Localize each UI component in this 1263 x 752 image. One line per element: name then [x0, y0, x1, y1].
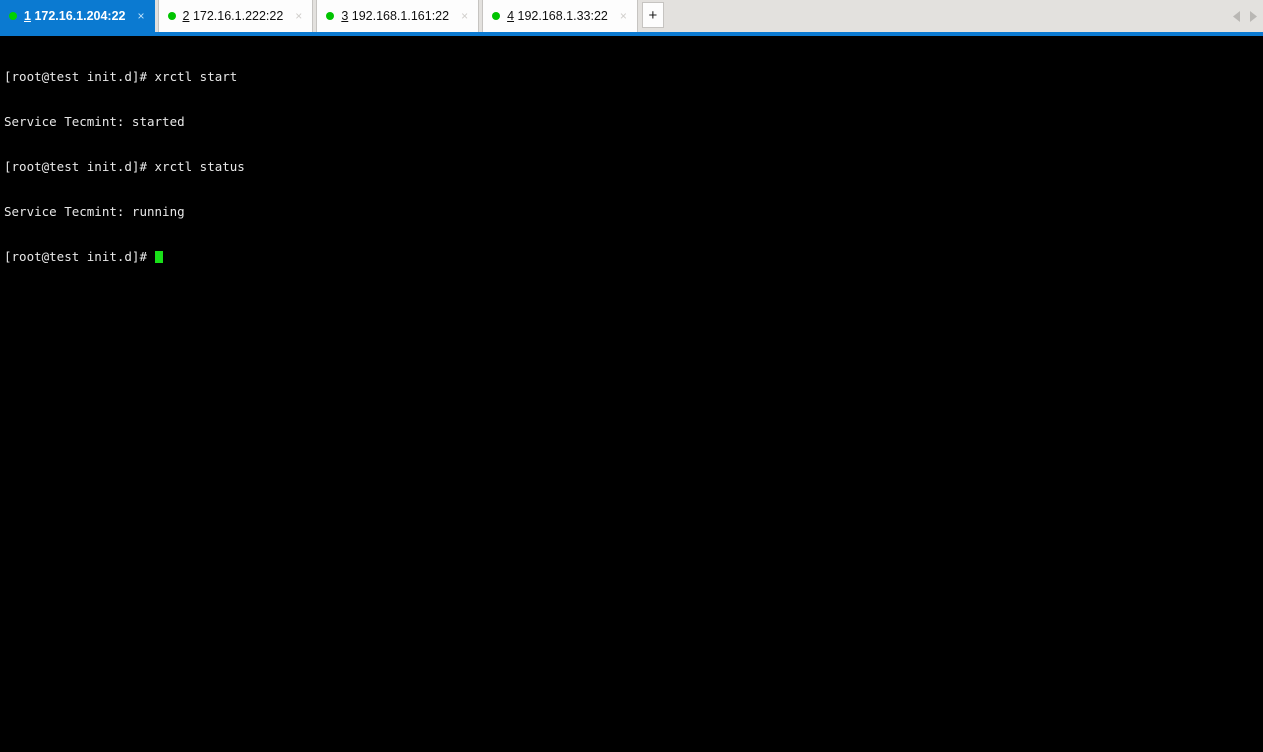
- tab-session-2[interactable]: 2 172.16.1.222:22 ×: [157, 0, 314, 32]
- tab-session-4-label: 4 192.168.1.33:22: [507, 9, 608, 23]
- tab-session-2-label: 2 172.16.1.222:22: [183, 9, 284, 23]
- terminal-line: [root@test init.d]# xrctl status: [4, 159, 245, 174]
- tab-session-3-host: 192.168.1.161:22: [351, 9, 450, 23]
- connection-status-dot-icon: [326, 12, 335, 20]
- close-icon-tab-2[interactable]: ×: [292, 9, 305, 23]
- tab-session-1[interactable]: 1 172.16.1.204:22 ×: [0, 0, 155, 32]
- close-icon-tab-4[interactable]: ×: [617, 9, 630, 23]
- terminal-app-window: 1 172.16.1.204:22 × 2 172.16.1.222:22 × …: [0, 0, 1263, 752]
- tab-session-3-label: 3 192.168.1.161:22: [341, 9, 449, 23]
- terminal-prompt-line: [root@test init.d]#: [4, 249, 1263, 264]
- tab-session-2-host: 172.16.1.222:22: [192, 9, 284, 23]
- terminal-line: [root@test init.d]# xrctl start: [4, 69, 238, 84]
- chevron-left-icon[interactable]: [1231, 8, 1243, 24]
- new-tab-button[interactable]: +: [641, 2, 664, 28]
- connection-status-dot-icon: [9, 12, 17, 20]
- connection-status-dot-icon: [167, 12, 176, 20]
- tab-session-1-host: 172.16.1.204:22: [34, 9, 126, 23]
- tab-session-4-host: 192.168.1.33:22: [517, 9, 608, 23]
- tabs-strip: 1 172.16.1.204:22 × 2 172.16.1.222:22 × …: [0, 0, 664, 32]
- tab-session-4-index: 4: [507, 9, 515, 23]
- terminal-line: Service Tecmint: started: [4, 114, 185, 129]
- tab-scroll-controls: [1231, 0, 1263, 32]
- chevron-right-icon[interactable]: [1246, 8, 1258, 24]
- connection-status-dot-icon: [492, 12, 501, 20]
- tab-session-4[interactable]: 4 192.168.1.33:22 ×: [482, 0, 638, 32]
- terminal-prompt: [root@test init.d]#: [4, 249, 155, 264]
- tab-bar: 1 172.16.1.204:22 × 2 172.16.1.222:22 × …: [0, 0, 1263, 36]
- tab-bar-empty-area: [664, 0, 1231, 32]
- tab-session-3[interactable]: 3 192.168.1.161:22 ×: [316, 0, 480, 32]
- close-icon-tab-3[interactable]: ×: [458, 9, 471, 23]
- terminal-output-pane[interactable]: [root@test init.d]# xrctl start Service …: [0, 36, 1263, 752]
- tab-session-1-index: 1: [24, 9, 31, 23]
- terminal-cursor: [154, 251, 163, 263]
- close-icon-tab-1[interactable]: ×: [135, 9, 148, 23]
- tab-session-1-label: 1 172.16.1.204:22: [24, 9, 126, 23]
- terminal-line: Service Tecmint: running: [4, 204, 185, 219]
